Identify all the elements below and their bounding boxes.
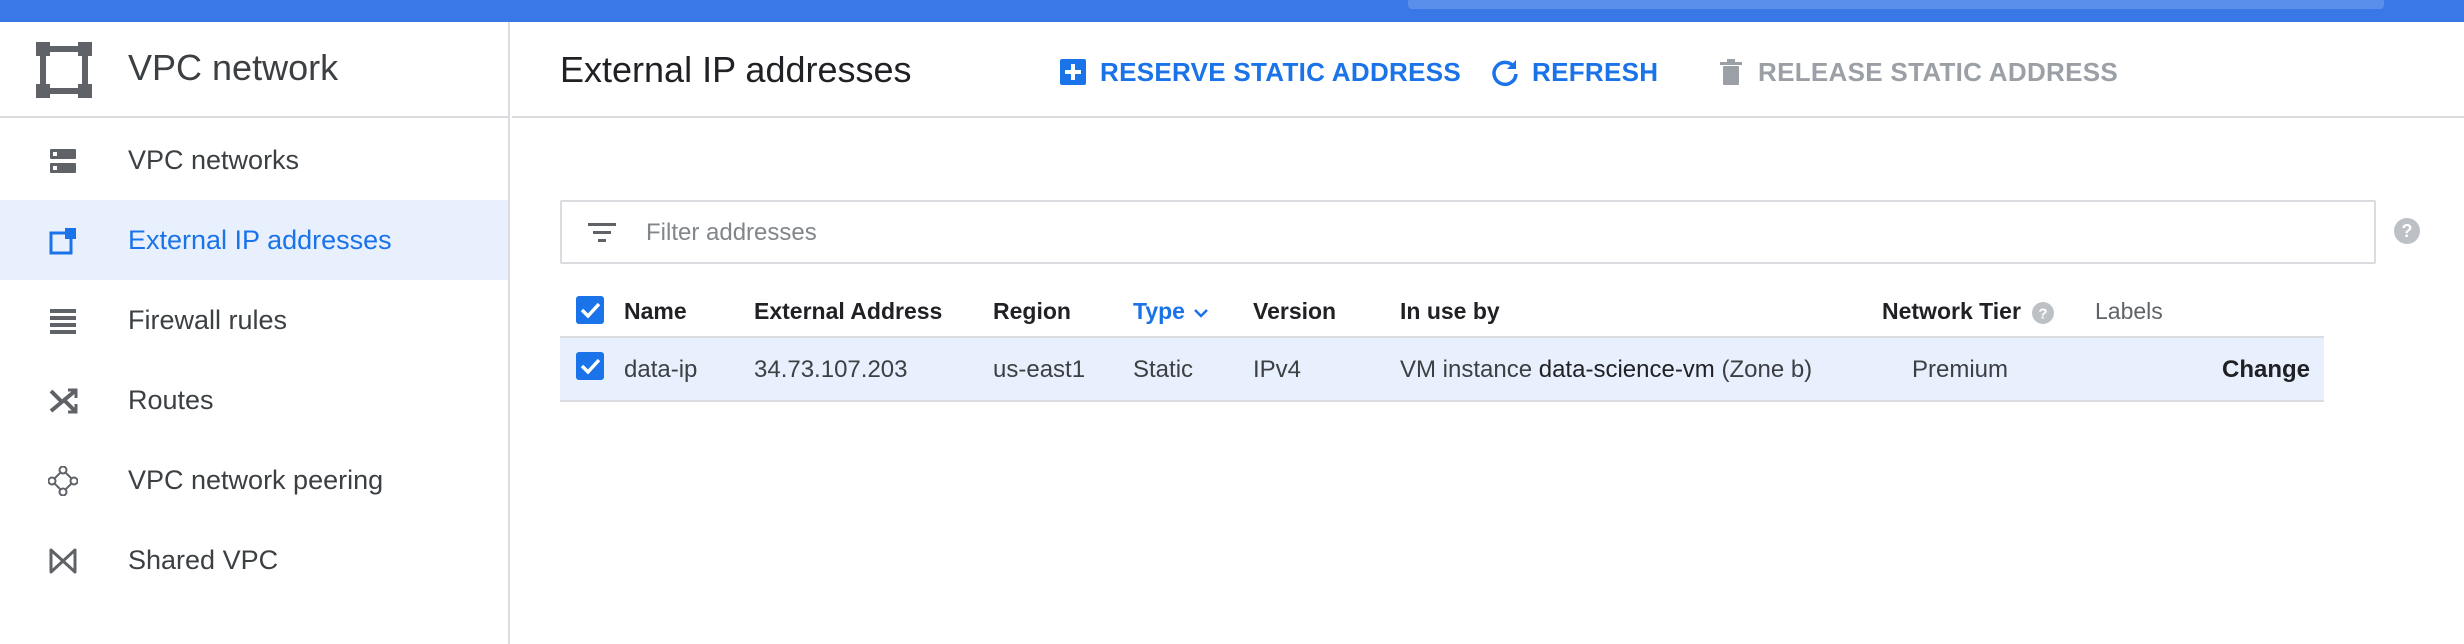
release-static-address-button[interactable]: RELEASE STATIC ADDRESS	[1716, 52, 2118, 92]
column-header-external-address[interactable]: External Address	[754, 296, 942, 326]
in-use-suffix: (Zone b)	[1721, 356, 1813, 383]
routes-icon	[49, 388, 78, 414]
external-ip-icon	[49, 228, 76, 255]
top-bar	[0, 0, 2464, 22]
sidebar-item-vpc-networks[interactable]: VPC networks	[0, 120, 508, 200]
select-all-checkbox[interactable]	[576, 296, 604, 324]
cell-version: IPv4	[1253, 356, 1302, 383]
sidebar-item-label: VPC network peering	[128, 465, 384, 495]
sort-down-icon	[1194, 309, 1208, 318]
sidebar-item-label: VPC networks	[128, 145, 300, 175]
help-icon[interactable]: ?	[2031, 301, 2055, 325]
trash-icon	[1720, 59, 1742, 85]
column-header-labels: Labels	[2095, 298, 2163, 324]
column-header-in-use-by[interactable]: In use by	[1400, 296, 1500, 326]
column-header-type[interactable]: Type	[1133, 296, 1209, 326]
peering-icon	[48, 466, 78, 496]
sidebar: VPC network VPC networks External IP add…	[0, 22, 510, 644]
column-header-version[interactable]: Version	[1253, 296, 1336, 326]
column-header-region[interactable]: Region	[993, 296, 1071, 326]
column-header-network-tier[interactable]: Network Tier?	[1882, 296, 2055, 326]
sidebar-item-vpc-network-peering[interactable]: VPC network peering	[0, 440, 508, 520]
firewall-icon	[50, 309, 76, 334]
cell-region: us-east1	[993, 356, 1086, 383]
row-checkbox[interactable]	[576, 352, 604, 380]
refresh-label: REFRESH	[1532, 56, 1659, 87]
release-label: RELEASE STATIC ADDRESS	[1758, 56, 2119, 87]
sidebar-item-shared-vpc[interactable]: Shared VPC	[0, 520, 508, 600]
page-header: External IP addresses RESERVE STATIC ADD…	[512, 22, 2464, 118]
filter-input[interactable]	[646, 214, 2346, 252]
vpc-network-icon	[36, 42, 92, 98]
cell-network-tier: Premium	[1912, 356, 2009, 383]
cell-name[interactable]: data-ip	[624, 354, 697, 386]
help-icon[interactable]: ?	[2392, 216, 2422, 246]
reserve-static-address-button[interactable]: RESERVE STATIC ADDRESS	[1058, 52, 1461, 92]
sidebar-item-label: Firewall rules	[128, 305, 288, 335]
column-header-name[interactable]: Name	[624, 296, 687, 326]
page-title: External IP addresses	[560, 49, 912, 90]
filter-icon	[588, 223, 616, 242]
sidebar-header: VPC network	[0, 22, 508, 118]
sidebar-item-label: Shared VPC	[128, 545, 279, 575]
table-header: Name External Address Region Type Versio…	[560, 284, 2324, 336]
in-use-vm-link[interactable]: data-science-vm	[1539, 356, 1715, 383]
svg-text:?: ?	[2402, 221, 2413, 241]
sidebar-item-firewall-rules[interactable]: Firewall rules	[0, 280, 508, 360]
table-row[interactable]: data-ip 34.73.107.203 us-east1 Static IP…	[560, 336, 2324, 402]
sidebar-item-external-ip[interactable]: External IP addresses	[0, 200, 508, 280]
cell-external-address: 34.73.107.203	[754, 356, 908, 383]
check-icon	[580, 358, 601, 375]
cell-type: Static	[1133, 356, 1194, 383]
refresh-button[interactable]: REFRESH	[1490, 52, 1658, 92]
check-icon	[580, 302, 601, 319]
top-search-box[interactable]	[1408, 0, 2384, 9]
column-header-network-tier-label: Network Tier	[1882, 298, 2021, 324]
cell-in-use-by: VM instance data-science-vm (Zone b)	[1400, 354, 1812, 386]
vpc-networks-icon	[50, 149, 76, 173]
in-use-prefix: VM instance	[1400, 356, 1533, 383]
sidebar-item-routes[interactable]: Routes	[0, 360, 508, 440]
filter-bar	[560, 200, 2376, 264]
svg-text:?: ?	[2038, 305, 2047, 322]
sidebar-item-label: Routes	[128, 385, 214, 415]
add-box-icon	[1060, 59, 1086, 85]
shared-vpc-icon	[49, 548, 77, 574]
change-tier-button[interactable]: Change	[2222, 354, 2310, 386]
sidebar-item-label: External IP addresses	[128, 225, 392, 255]
refresh-icon	[1492, 60, 1518, 87]
column-header-type-label: Type	[1133, 298, 1185, 324]
product-title: VPC network	[128, 47, 339, 88]
reserve-label: RESERVE STATIC ADDRESS	[1100, 56, 1462, 87]
